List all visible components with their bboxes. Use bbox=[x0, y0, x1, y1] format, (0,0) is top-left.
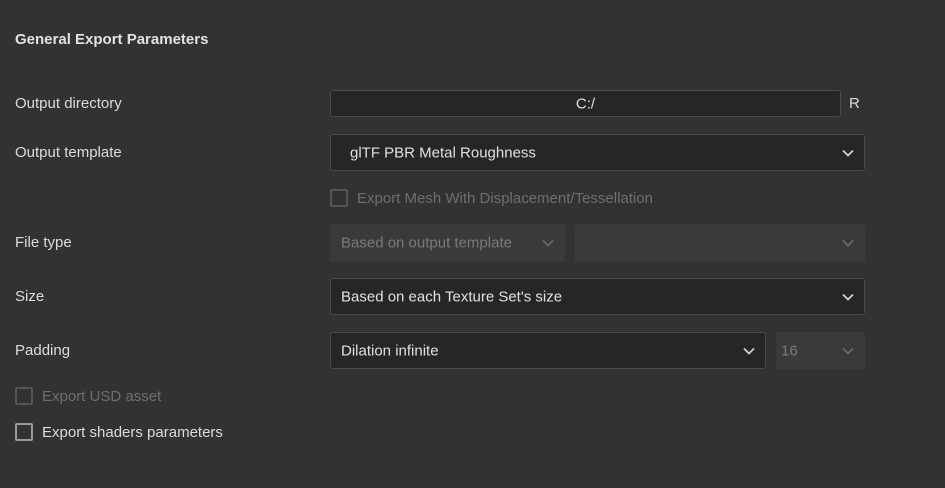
file-type-format-dropdown[interactable]: Based on output template bbox=[330, 224, 565, 262]
chevron-down-icon bbox=[842, 149, 854, 157]
export-usd-checkbox[interactable]: Export USD asset bbox=[15, 386, 161, 406]
output-directory-value: C:/ bbox=[575, 95, 596, 112]
export-shaders-checkbox[interactable]: Export shaders parameters bbox=[15, 422, 223, 442]
general-export-parameters-panel: General Export Parameters Output directo… bbox=[0, 0, 945, 488]
chevron-down-icon bbox=[842, 239, 854, 247]
size-label: Size bbox=[15, 288, 45, 305]
chevron-down-icon bbox=[842, 347, 854, 355]
export-shaders-checkbox-box[interactable] bbox=[15, 423, 33, 441]
chevron-down-icon bbox=[743, 347, 755, 355]
padding-distance-dropdown[interactable]: 16 bbox=[776, 332, 865, 369]
padding-dropdown[interactable]: Dilation infinite bbox=[330, 332, 766, 369]
export-usd-checkbox-box[interactable] bbox=[15, 387, 33, 405]
export-mesh-displacement-checkbox-box[interactable] bbox=[330, 189, 348, 207]
chevron-down-icon bbox=[542, 239, 554, 247]
size-dropdown[interactable]: Based on each Texture Set's size bbox=[330, 278, 865, 315]
size-value: Based on each Texture Set's size bbox=[341, 288, 563, 305]
export-mesh-displacement-checkbox[interactable]: Export Mesh With Displacement/Tessellati… bbox=[330, 188, 653, 208]
output-directory-reset-button[interactable]: R bbox=[849, 95, 860, 112]
export-shaders-label: Export shaders parameters bbox=[42, 423, 223, 441]
file-type-bit-depth-dropdown[interactable] bbox=[575, 224, 865, 262]
output-template-dropdown[interactable]: glTF PBR Metal Roughness bbox=[330, 134, 865, 171]
output-template-value: glTF PBR Metal Roughness bbox=[350, 144, 536, 161]
output-directory-field[interactable]: C:/ bbox=[330, 90, 841, 117]
file-type-label: File type bbox=[15, 234, 72, 251]
export-usd-label: Export USD asset bbox=[42, 387, 162, 405]
padding-label: Padding bbox=[15, 342, 71, 359]
padding-value: Dilation infinite bbox=[341, 342, 439, 359]
file-type-format-value: Based on output template bbox=[341, 234, 512, 252]
padding-distance-value: 16 bbox=[781, 342, 798, 359]
export-mesh-displacement-label: Export Mesh With Displacement/Tessellati… bbox=[357, 189, 653, 207]
section-title: General Export Parameters bbox=[15, 31, 209, 48]
output-template-label: Output template bbox=[15, 144, 122, 161]
output-directory-label: Output directory bbox=[15, 95, 122, 112]
chevron-down-icon bbox=[842, 293, 854, 301]
